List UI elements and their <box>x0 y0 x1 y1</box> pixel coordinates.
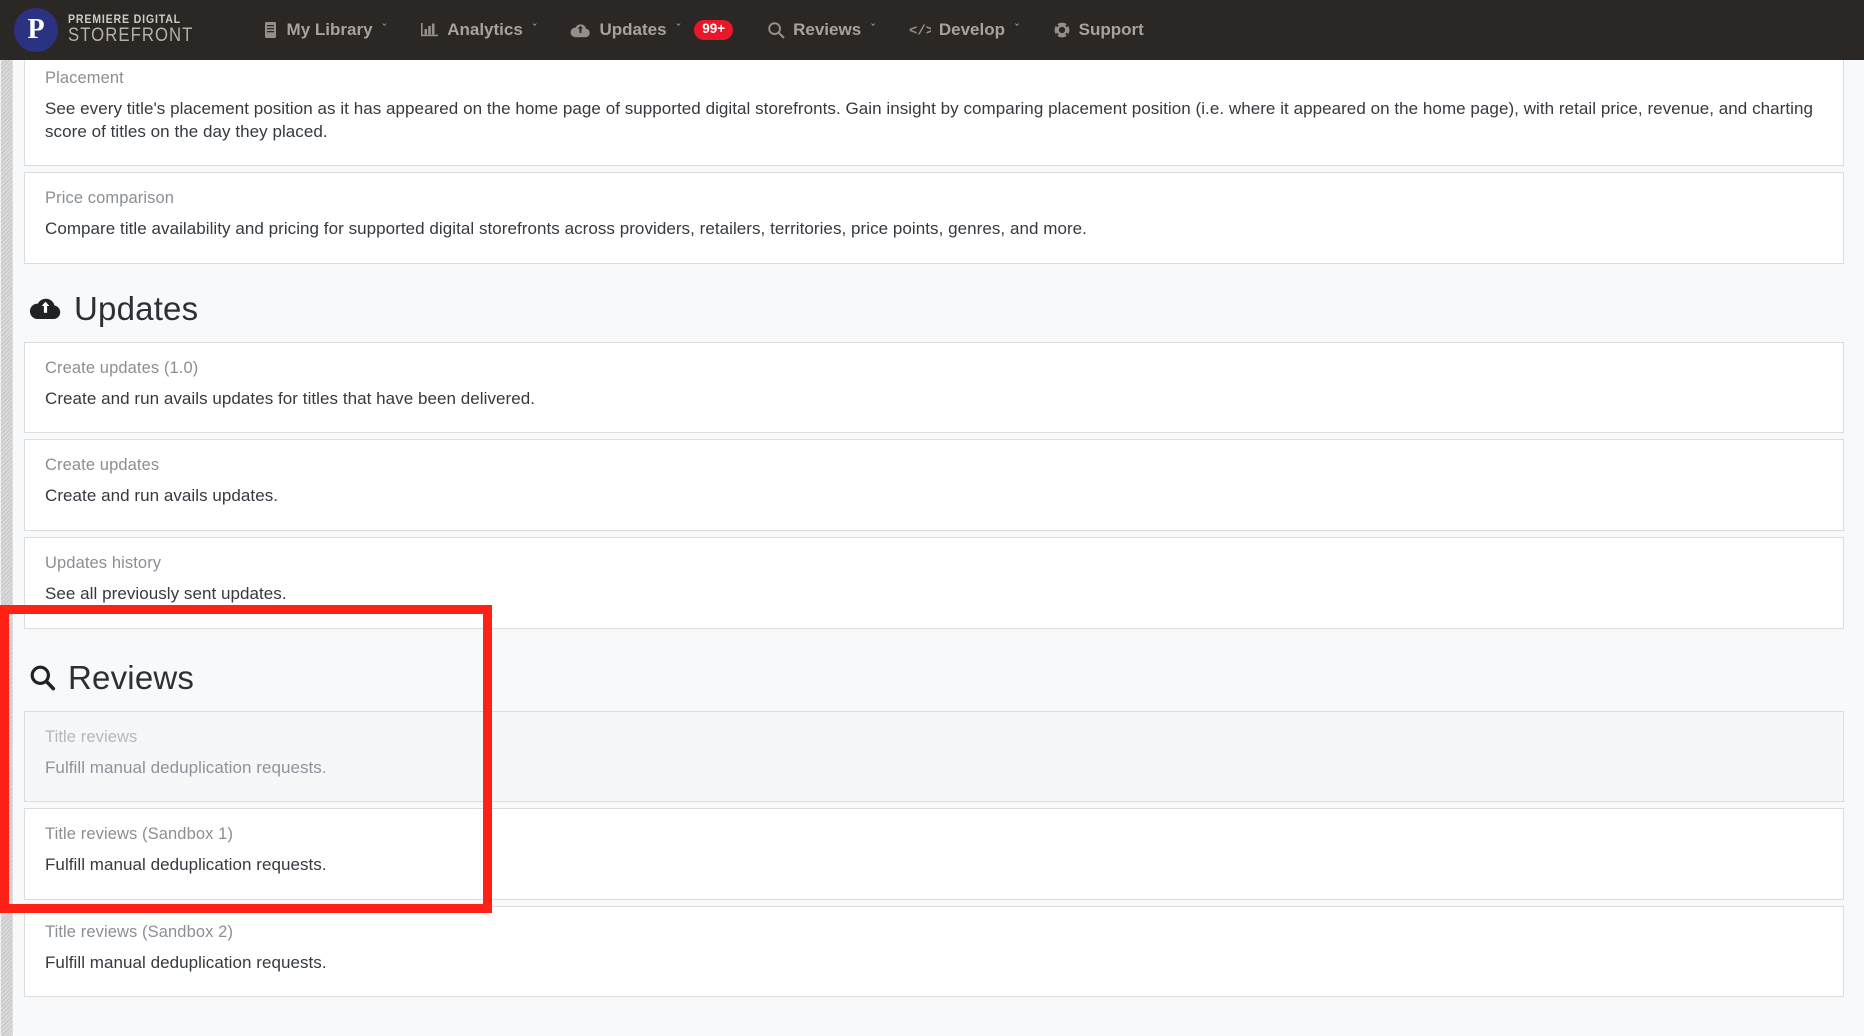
card-placement[interactable]: Placement See every title's placement po… <box>24 60 1844 167</box>
brand-logo[interactable]: P PREMIERE DIGITAL STOREFRONT <box>14 8 211 52</box>
card-title: Create updates <box>45 456 160 475</box>
card-description: Create and run avails updates for titles… <box>45 388 535 408</box>
card-title-reviews-sandbox-1[interactable]: Title reviews (Sandbox 1) Fulfill manual… <box>24 808 1844 900</box>
search-icon <box>767 21 785 39</box>
main-content: Placement See every title's placement po… <box>13 60 1864 1036</box>
nav-item-reviews[interactable]: Reviews ˇ <box>750 0 892 60</box>
nav-item-label: My Library <box>286 20 373 39</box>
card-title: Price comparison <box>45 189 175 208</box>
top-navbar: P PREMIERE DIGITAL STOREFRONT My Library… <box>0 0 1864 60</box>
code-icon: </> <box>909 22 931 39</box>
book-icon <box>262 21 279 39</box>
card-create-updates-1-0[interactable]: Create updates (1.0) Create and run avai… <box>24 341 1844 434</box>
card-create-updates[interactable]: Create updates Create and run avails upd… <box>24 439 1844 532</box>
page-scroll-area: Placement See every title's placement po… <box>0 60 1864 1036</box>
section-title: Updates <box>74 289 199 327</box>
card-title: Placement <box>45 69 124 87</box>
card-title: Title reviews <box>45 727 138 746</box>
vertical-scrollbar[interactable] <box>0 60 13 1036</box>
card-description: See every title's placement position as … <box>45 99 1813 141</box>
updates-card-group: Create updates (1.0) Create and run avai… <box>24 341 1844 629</box>
card-description: Create and run avails updates. <box>45 486 279 506</box>
card-price-comparison[interactable]: Price comparison Compare title availabil… <box>24 172 1844 264</box>
nav-item-updates[interactable]: Updates ˇ 99+ <box>553 0 750 60</box>
nav-item-label: Develop <box>938 20 1005 39</box>
section-heading-reviews: Reviews <box>29 659 1844 697</box>
chart-icon <box>420 21 439 39</box>
card-updates-history[interactable]: Updates history See all previously sent … <box>24 537 1844 629</box>
analytics-card-group: Placement See every title's placement po… <box>24 60 1844 264</box>
card-description: Fulfill manual deduplication requests. <box>45 855 327 875</box>
card-description: See all previously sent updates. <box>45 584 287 604</box>
nav-item-label: Support <box>1078 20 1144 39</box>
card-title: Create updates (1.0) <box>45 358 199 377</box>
brand-line2: STOREFRONT <box>68 25 194 47</box>
card-title-reviews[interactable]: Title reviews Fulfill manual deduplicati… <box>24 710 1844 803</box>
card-title-reviews-sandbox-2[interactable]: Title reviews (Sandbox 2) Fulfill manual… <box>24 905 1844 998</box>
cloud-upload-icon <box>570 22 591 39</box>
svg-text:</>: </> <box>909 24 931 39</box>
updates-count-badge: 99+ <box>694 20 734 40</box>
chevron-down-icon: ˇ <box>382 23 387 35</box>
nav-item-analytics[interactable]: Analytics ˇ <box>403 0 553 60</box>
card-title: Title reviews (Sandbox 2) <box>45 922 234 941</box>
life-ring-icon <box>1053 21 1071 39</box>
section-title: Reviews <box>68 658 195 696</box>
nav-item-my-library[interactable]: My Library ˇ <box>245 0 404 60</box>
brand-monogram-icon: P <box>14 8 58 52</box>
nav-item-develop[interactable]: </> Develop ˇ <box>892 0 1036 60</box>
nav-item-label: Reviews <box>793 20 862 39</box>
chevron-down-icon: ˇ <box>871 23 875 35</box>
chevron-down-icon: ˇ <box>1014 23 1019 35</box>
scrollbar-thumb[interactable] <box>1 60 12 1036</box>
nav-item-support[interactable]: Support <box>1036 0 1161 60</box>
reviews-section: Reviews Title reviews Fulfill manual ded… <box>24 659 1844 998</box>
search-icon <box>29 664 56 691</box>
card-description: Compare title availability and pricing f… <box>45 219 1087 239</box>
section-heading-updates: Updates <box>29 290 1844 328</box>
card-title: Updates history <box>45 554 162 573</box>
chevron-down-icon: ˇ <box>676 23 681 35</box>
card-description: Fulfill manual deduplication requests. <box>45 952 327 972</box>
card-description: Fulfill manual deduplication requests. <box>45 757 327 777</box>
cloud-upload-icon <box>29 295 62 322</box>
nav-items: My Library ˇ Analytics ˇ Updates ˇ 99+ R… <box>245 0 1161 60</box>
brand-wordmark: PREMIERE DIGITAL STOREFRONT <box>68 14 211 46</box>
reviews-card-group: Title reviews Fulfill manual deduplicati… <box>24 710 1844 998</box>
card-title: Title reviews (Sandbox 1) <box>45 825 234 844</box>
nav-item-label: Updates <box>599 20 667 39</box>
nav-item-label: Analytics <box>447 20 523 39</box>
chevron-down-icon: ˇ <box>532 23 537 35</box>
